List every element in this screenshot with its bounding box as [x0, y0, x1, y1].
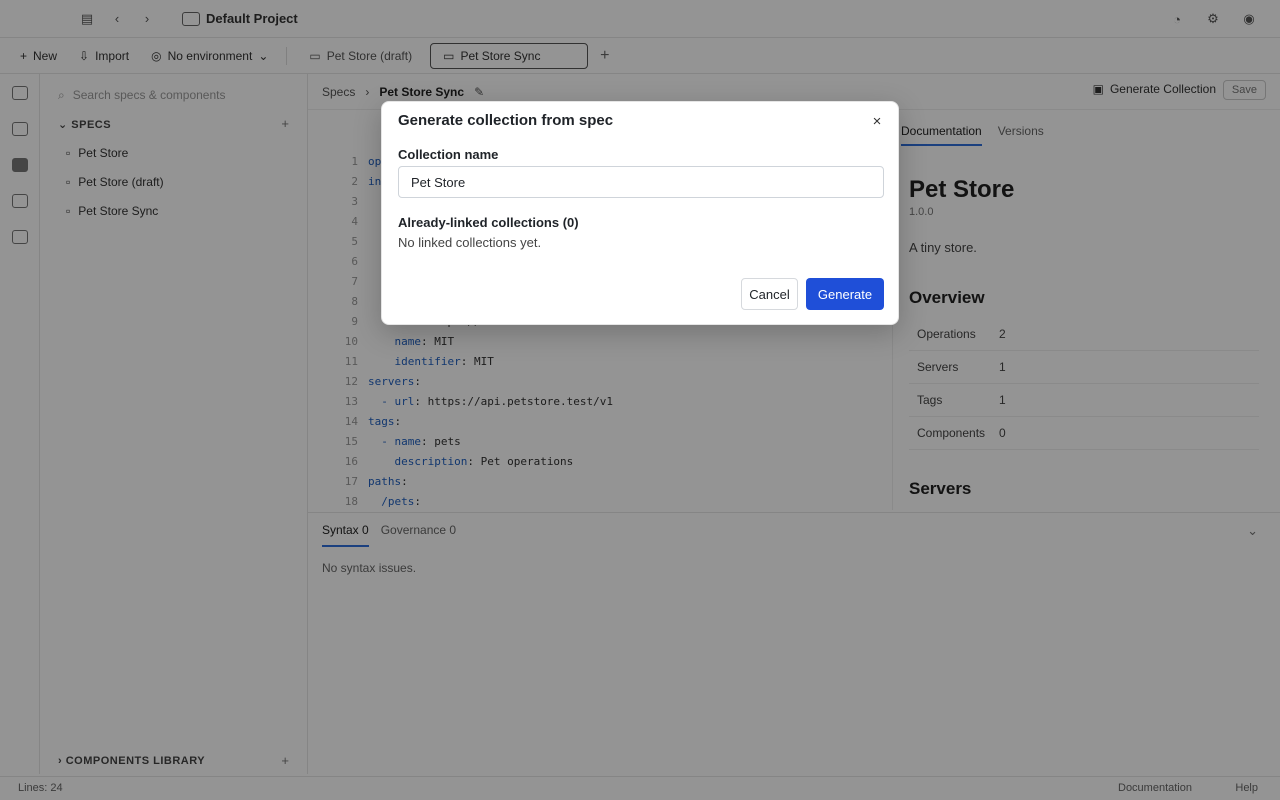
collection-name-input[interactable] — [398, 166, 884, 198]
dialog-title: Generate collection from spec — [398, 112, 614, 129]
generate-collection-dialog: Generate collection from spec × Collecti… — [381, 101, 899, 325]
collection-name-label: Collection name — [398, 147, 499, 162]
generate-button[interactable]: Generate — [806, 278, 884, 310]
close-icon[interactable]: × — [868, 113, 886, 131]
linked-collections-heading: Already-linked collections (0) — [398, 215, 579, 230]
cancel-button[interactable]: Cancel — [741, 278, 798, 310]
linked-collections-empty-text: No linked collections yet. — [398, 235, 542, 250]
